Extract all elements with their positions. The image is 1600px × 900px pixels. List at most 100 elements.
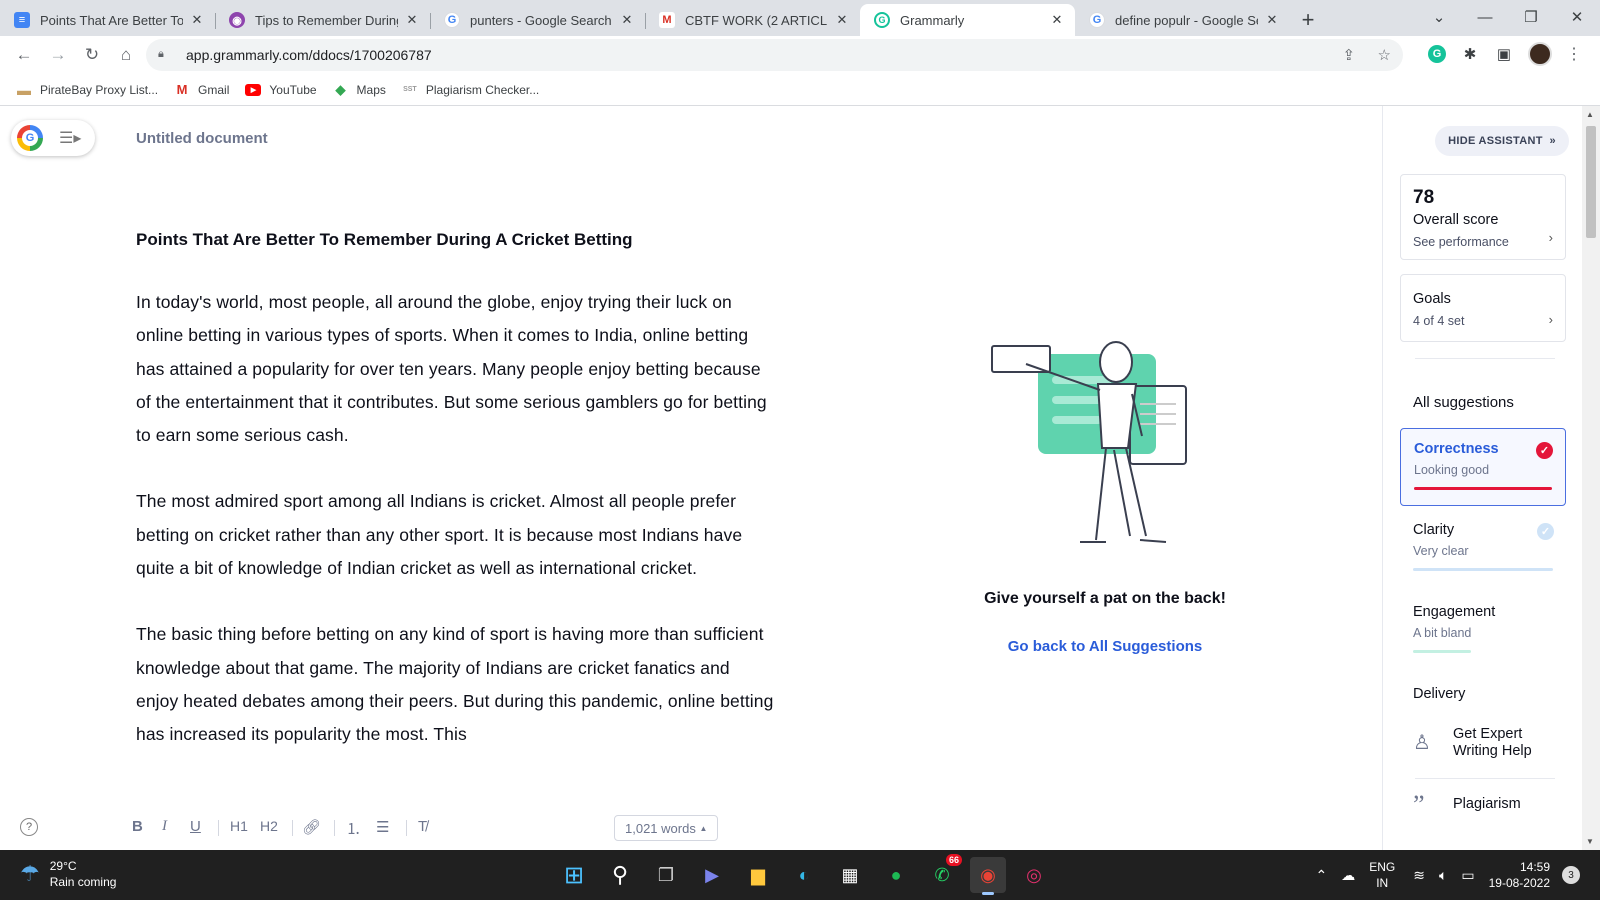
word-count-button[interactable]: 1,021 words ▲: [614, 815, 719, 841]
bulleted-list-icon[interactable]: ☰: [376, 818, 389, 836]
tab-google-docs[interactable]: ≡ Points That Are Better To Re ✕: [0, 4, 215, 36]
category-progress-bar: [1413, 568, 1553, 571]
plagiarism-button[interactable]: ” Plagiarism: [1413, 792, 1521, 818]
language-indicator[interactable]: ENG IN: [1369, 859, 1395, 891]
scroll-up-arrow-icon[interactable]: ▲: [1586, 110, 1594, 119]
microsoft-store-icon[interactable]: ▦: [832, 857, 868, 893]
bookmark-star-icon[interactable]: ☆: [1378, 47, 1391, 64]
gmail-icon: M: [176, 82, 188, 97]
heading1-button[interactable]: H1: [230, 818, 248, 834]
search-icon[interactable]: ⚲: [602, 857, 638, 893]
underline-button[interactable]: U: [190, 818, 201, 835]
tab-gmail[interactable]: M CBTF WORK (2 ARTICLES) - ✕: [645, 4, 860, 36]
back-arrow-icon[interactable]: ←: [8, 39, 40, 71]
heading2-button[interactable]: H2: [260, 818, 278, 834]
instagram-icon[interactable]: ◎: [1016, 857, 1052, 893]
get-expert-help-button[interactable]: ♙ Get Expert Writing Help: [1413, 726, 1563, 760]
numbered-list-icon[interactable]: ⒈: [346, 818, 361, 839]
extensions-puzzle-icon[interactable]: ✱: [1460, 45, 1480, 63]
back-to-suggestions-link[interactable]: Go back to All Suggestions: [940, 638, 1270, 655]
system-tray: ⌃ ☁ ENG IN ≋ 🔈︎ ▭ 14:59 19-08-2022 3: [1315, 857, 1580, 893]
help-icon[interactable]: ?: [20, 818, 38, 836]
clock[interactable]: 14:59 19-08-2022: [1489, 859, 1550, 891]
restore-icon[interactable]: ❐: [1508, 8, 1554, 26]
document-title[interactable]: Untitled document: [136, 130, 268, 147]
tab-tips[interactable]: ◉ Tips to Remember During C ✕: [215, 4, 430, 36]
bookmark-piratebay[interactable]: ▬ PirateBay Proxy List...: [16, 82, 158, 98]
category-delivery[interactable]: Delivery: [1400, 674, 1566, 714]
whatsapp-icon[interactable]: ✆ 66: [924, 854, 962, 893]
panel-divider: [1415, 778, 1555, 779]
document-heading[interactable]: Points That Are Better To Remember Durin…: [136, 230, 776, 250]
share-icon[interactable]: ⇪: [1343, 47, 1356, 64]
hide-assistant-button[interactable]: HIDE ASSISTANT »: [1435, 126, 1569, 156]
clear-formatting-icon[interactable]: T̸: [418, 818, 427, 835]
document-paragraph[interactable]: The basic thing before betting on any ki…: [136, 618, 776, 751]
category-clarity[interactable]: Clarity Very clear ✓: [1400, 510, 1566, 582]
see-performance-link[interactable]: See performance: [1413, 235, 1553, 249]
new-tab-button[interactable]: +: [1290, 4, 1326, 36]
grammarly-logo-icon[interactable]: G: [17, 125, 43, 151]
youtube-icon: ▶: [245, 83, 262, 96]
close-icon[interactable]: ✕: [1264, 12, 1280, 28]
lock-icon[interactable]: 🔒︎: [158, 48, 172, 62]
category-correctness[interactable]: Correctness Looking good ✓: [1400, 428, 1566, 506]
reload-icon[interactable]: ↻: [76, 39, 108, 71]
bold-button[interactable]: B: [132, 818, 143, 835]
browser-toolbar: ← → ↻ ⌂ 🔒︎ app.grammarly.com/ddocs/17002…: [0, 36, 1600, 74]
link-icon[interactable]: 🔗︎: [302, 818, 321, 836]
onedrive-cloud-icon[interactable]: ☁: [1341, 867, 1355, 884]
forward-arrow-icon[interactable]: →: [42, 39, 74, 71]
teams-chat-icon[interactable]: ▶: [694, 857, 730, 893]
windows-start-icon[interactable]: ⊞: [556, 857, 592, 893]
document-body[interactable]: Points That Are Better To Remember Durin…: [136, 230, 776, 785]
italic-button[interactable]: I: [162, 818, 167, 835]
notification-badge[interactable]: 3: [1562, 866, 1580, 884]
battery-icon[interactable]: ▭: [1461, 867, 1474, 884]
edge-icon[interactable]: ◐: [786, 857, 822, 893]
tab-google-search-define[interactable]: G define populr - Google Sea ✕: [1075, 4, 1290, 36]
bookmark-youtube[interactable]: ▶ YouTube: [245, 83, 317, 97]
scrollbar-thumb[interactable]: [1586, 126, 1596, 238]
hamburger-menu-icon[interactable]: ☰▸: [59, 128, 81, 148]
side-panel-icon[interactable]: ▣: [1494, 45, 1514, 63]
goals-card[interactable]: Goals 4 of 4 set ›: [1400, 274, 1566, 342]
close-window-icon[interactable]: ✕: [1554, 8, 1600, 26]
tab-grammarly[interactable]: G Grammarly ✕: [860, 4, 1075, 36]
tab-search-icon[interactable]: ⌄: [1416, 8, 1462, 26]
url-text[interactable]: app.grammarly.com/ddocs/1700206787: [186, 47, 1325, 63]
address-bar[interactable]: 🔒︎ app.grammarly.com/ddocs/1700206787 ⇪ …: [146, 39, 1403, 71]
bookmark-maps[interactable]: ◆ Maps: [333, 82, 386, 98]
pat-on-back-illustration: [991, 341, 1187, 543]
profile-avatar[interactable]: [1528, 42, 1552, 66]
all-suggestions-link[interactable]: All suggestions: [1413, 394, 1514, 411]
task-view-icon[interactable]: ❐: [648, 857, 684, 893]
close-icon[interactable]: ✕: [1049, 12, 1065, 28]
category-engagement[interactable]: Engagement A bit bland: [1400, 592, 1566, 664]
tab-google-search-punters[interactable]: G punters - Google Search ✕: [430, 4, 645, 36]
document-paragraph[interactable]: The most admired sport among all Indians…: [136, 485, 776, 585]
document-paragraph[interactable]: In today's world, most people, all aroun…: [136, 286, 776, 452]
close-icon[interactable]: ✕: [189, 12, 205, 28]
grammarly-extension-icon[interactable]: G: [1428, 45, 1446, 63]
close-icon[interactable]: ✕: [404, 12, 420, 28]
file-explorer-icon[interactable]: ▆: [740, 857, 776, 893]
expert-help-label: Get Expert Writing Help: [1453, 726, 1532, 759]
home-icon[interactable]: ⌂: [110, 39, 142, 71]
volume-icon[interactable]: 🔈︎: [1439, 867, 1447, 884]
spotify-icon[interactable]: ●: [878, 857, 914, 893]
close-icon[interactable]: ✕: [619, 12, 635, 28]
wifi-icon[interactable]: ≋: [1413, 867, 1425, 884]
overall-score-card[interactable]: 78 Overall score See performance ›: [1400, 174, 1566, 260]
more-menu-icon[interactable]: ⋮: [1566, 44, 1582, 64]
bookmark-gmail[interactable]: M Gmail: [174, 82, 230, 98]
chevron-up-icon[interactable]: ⌃: [1315, 867, 1327, 884]
chrome-icon[interactable]: ◉: [970, 857, 1006, 895]
close-icon[interactable]: ✕: [834, 12, 850, 28]
page-scrollbar[interactable]: ▲ ▼: [1582, 106, 1600, 850]
bookmark-plagiarism-checker[interactable]: SST Plagiarism Checker...: [402, 82, 539, 98]
scroll-down-arrow-icon[interactable]: ▼: [1586, 837, 1594, 846]
minimize-icon[interactable]: —: [1462, 9, 1508, 26]
weather-widget[interactable]: ☂ 29°C Rain coming: [20, 858, 116, 890]
grammarly-menu-pill[interactable]: G ☰▸: [11, 120, 95, 156]
